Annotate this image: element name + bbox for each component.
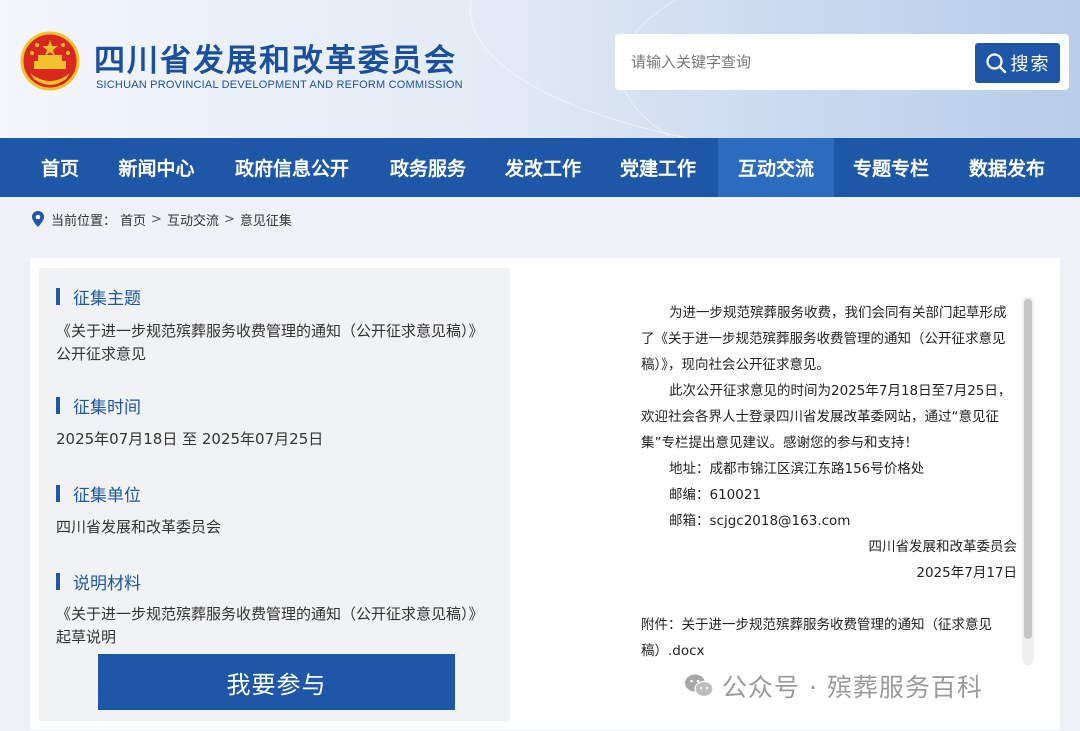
nav-item-party-building[interactable]: 党建工作 [610, 138, 706, 197]
material-label: 说明材料 [73, 574, 141, 594]
join-button[interactable]: 我要参与 [98, 654, 455, 710]
search-icon [985, 53, 1006, 74]
nav-item-special-topics[interactable]: 专题专栏 [843, 138, 939, 197]
main-nav: 首页 新闻中心 政府信息公开 政务服务 发改工作 党建工作 互动交流 专题专栏 … [0, 138, 1080, 197]
nav-item-news[interactable]: 新闻中心 [108, 138, 205, 197]
breadcrumb-home[interactable]: 首页 [120, 210, 146, 229]
breadcrumb-interaction[interactable]: 互动交流 [167, 210, 219, 229]
nav-item-home[interactable]: 首页 [22, 138, 98, 197]
notice-paragraph: 此次公开征求意见的时间为2025年7月18日至7月25日，欢迎社会各界人士登录四… [641, 383, 1012, 451]
heading-accent-bar [56, 397, 60, 414]
topic-label: 征集主题 [73, 289, 141, 309]
site-subtitle: SICHUAN PROVINCIAL DEVELOPMENT AND REFOR… [96, 79, 463, 91]
topic-text: 《关于进一步规范殡葬服务收费管理的通知（公开征求意见稿）》公开征求意见 [56, 322, 484, 363]
notice-date: 2025年7月17日 [916, 565, 1017, 581]
unit-text: 四川省发展和改革委员会 [56, 518, 222, 536]
notice-paragraph: 为进一步规范殡葬服务收费，我们会同有关部门起草形成了《关于进一步规范殡葬服务收费… [641, 305, 1007, 373]
nav-item-reform-work[interactable]: 发改工作 [495, 138, 591, 197]
location-pin-icon [32, 211, 44, 227]
breadcrumb-prefix: 当前位置： [51, 213, 117, 229]
search-button-label: 搜索 [1010, 54, 1051, 75]
time-heading: 征集时间 [56, 393, 141, 418]
material-link[interactable]: 《关于进一步规范殡葬服务收费管理的通知（公开征求意见稿）》起草说明 [56, 603, 486, 649]
heading-accent-bar [56, 485, 60, 502]
breadcrumb-current[interactable]: 意见征集 [240, 210, 292, 229]
site-title: 四川省发展和改革委员会 [94, 43, 457, 79]
search-input[interactable] [623, 42, 963, 82]
national-emblem-icon [20, 31, 80, 91]
heading-accent-bar [56, 573, 60, 590]
breadcrumb-separator: > [151, 211, 162, 227]
breadcrumb: 当前位置： 首页 > 互动交流 > 意见征集 [31, 209, 292, 229]
time-label: 征集时间 [73, 398, 141, 418]
notice-address: 地址：成都市锦江区滨江东路156号价格处 [669, 461, 925, 477]
notice-scrollbar[interactable] [1022, 297, 1034, 665]
notice-signature: 四川省发展和改革委员会 [868, 539, 1018, 555]
unit-heading: 征集单位 [56, 481, 141, 506]
material-heading: 说明材料 [56, 569, 141, 594]
time-text: 2025年07月18日 至 2025年07月25日 [56, 430, 324, 448]
nav-item-services[interactable]: 政务服务 [380, 138, 476, 197]
scrollbar-thumb[interactable] [1024, 299, 1032, 639]
watermark-text: 公众号 · 殡葬服务百科 [722, 673, 983, 702]
watermark: 公众号 · 殡葬服务百科 [684, 668, 983, 704]
notice-postcode: 邮编：610021 [669, 487, 762, 503]
nav-item-interaction[interactable]: 互动交流 [718, 138, 834, 197]
nav-item-data-release[interactable]: 数据发布 [959, 138, 1055, 197]
heading-accent-bar [56, 288, 60, 305]
notice-text: 为进一步规范殡葬服务收费，我们会同有关部门起草形成了《关于进一步规范殡葬服务收费… [641, 300, 1017, 664]
search-button[interactable]: 搜索 [975, 43, 1060, 83]
unit-label: 征集单位 [73, 486, 141, 506]
breadcrumb-separator: > [223, 211, 235, 227]
wechat-icon [685, 674, 714, 698]
topic-heading: 征集主题 [56, 284, 141, 309]
attachment-link[interactable]: 附件：关于进一步规范殡葬服务收费管理的通知（征求意见稿）.docx [641, 612, 1017, 664]
notice-email: 邮箱：scjgc2018@163.com [669, 513, 851, 529]
nav-item-gov-info[interactable]: 政府信息公开 [222, 138, 362, 197]
